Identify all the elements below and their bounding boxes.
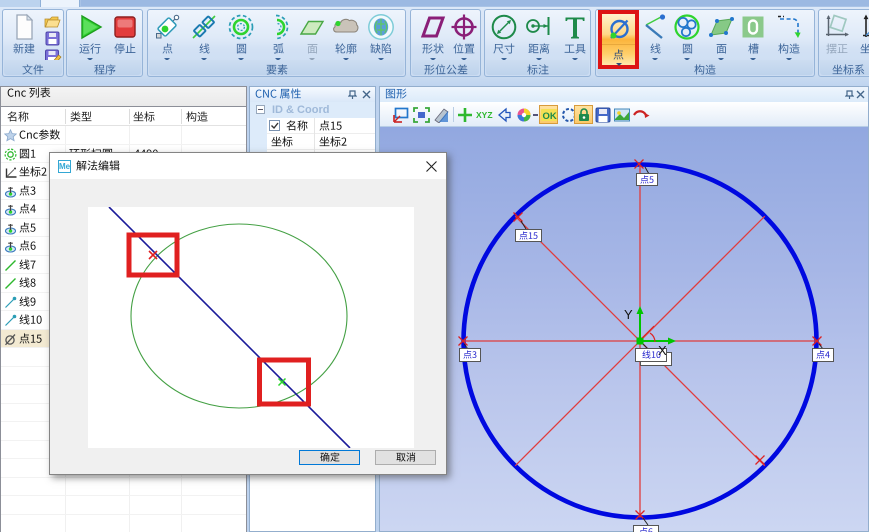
svg-text:OK: OK xyxy=(543,111,557,122)
svg-text:XYZ: XYZ xyxy=(476,110,493,120)
